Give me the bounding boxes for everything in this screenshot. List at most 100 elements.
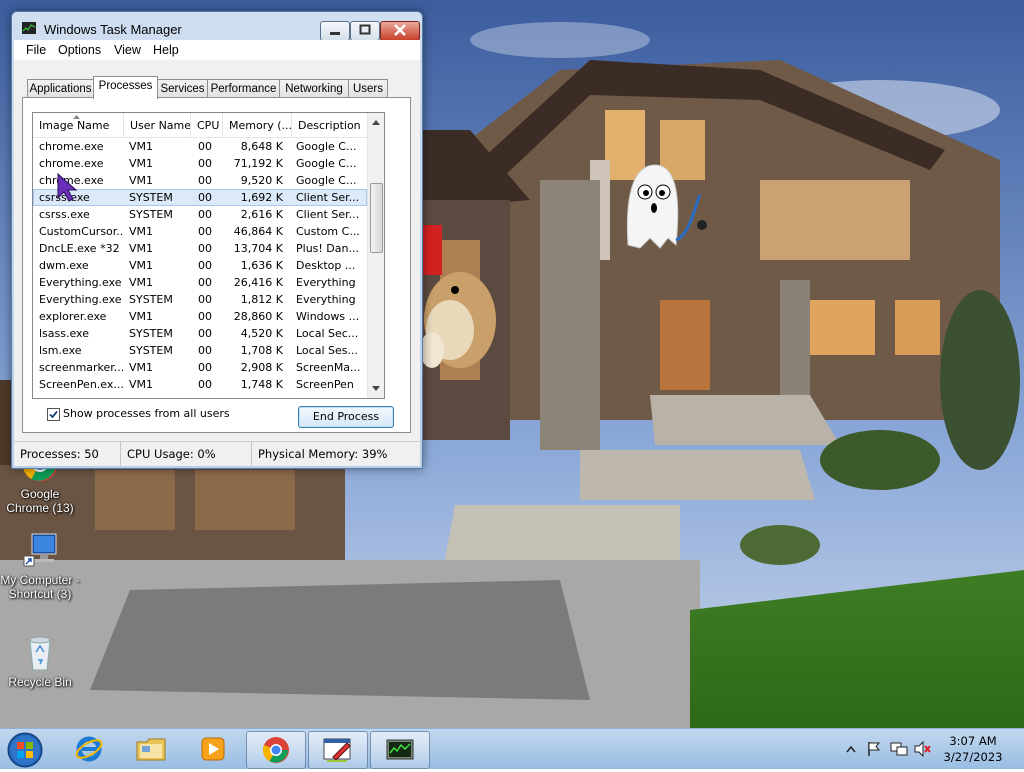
process-row[interactable]: csrss.exe SYSTEM 00 2,616 K Client Ser... xyxy=(33,206,367,223)
clock-time: 3:07 AM xyxy=(949,734,997,748)
scroll-down-icon[interactable] xyxy=(372,386,380,391)
process-row[interactable]: ScreenPen.ex... VM1 00 1,748 K ScreenPen xyxy=(33,376,367,393)
tab-users[interactable]: Users xyxy=(348,79,388,98)
row-image-name: lsass.exe xyxy=(39,327,89,340)
row-image-name: dwm.exe xyxy=(39,259,89,272)
row-memory: 2,908 K xyxy=(240,361,283,374)
minimize-icon xyxy=(330,32,340,35)
tab-applications[interactable]: Applications xyxy=(27,79,94,98)
row-memory: 13,704 K xyxy=(233,242,283,255)
process-row[interactable]: CustomCursor... VM1 00 46,864 K Custom C... xyxy=(33,223,367,240)
process-row[interactable]: Everything.exe VM1 00 26,416 K Everything xyxy=(33,274,367,291)
row-description: Local Sec... xyxy=(296,327,359,340)
media-player-icon xyxy=(201,737,225,761)
process-row[interactable]: chrome.exe VM1 00 9,520 K Google C... xyxy=(33,172,367,189)
process-list[interactable]: Image Name User Name CPU Memory (... Des… xyxy=(32,112,385,399)
scrollbar-thumb[interactable] xyxy=(370,183,383,253)
checkmark-icon xyxy=(49,410,58,419)
tab-processes[interactable]: Processes xyxy=(93,76,158,99)
show-hidden-icons-icon[interactable] xyxy=(846,745,856,753)
taskbar-task-manager[interactable] xyxy=(370,731,430,769)
row-user-name: SYSTEM xyxy=(129,293,173,306)
row-cpu: 00 xyxy=(198,225,212,238)
task-manager-window[interactable]: Windows Task Manager File Options View H… xyxy=(11,11,423,469)
desktop-icon-recycle-bin[interactable]: Recycle Bin xyxy=(0,632,80,689)
task-manager-icon xyxy=(386,739,414,760)
windows-logo-icon xyxy=(7,732,43,768)
row-cpu: 00 xyxy=(198,361,212,374)
tab-networking[interactable]: Networking xyxy=(279,79,349,98)
scroll-up-icon[interactable] xyxy=(372,120,380,125)
menu-view[interactable]: View xyxy=(114,43,141,57)
process-row[interactable]: Everything.exe SYSTEM 00 1,812 K Everything xyxy=(33,291,367,308)
mouse-cursor-icon xyxy=(57,172,78,202)
process-row[interactable]: chrome.exe VM1 00 71,192 K Google C... xyxy=(33,155,367,172)
row-memory: 28,860 K xyxy=(233,310,283,323)
vertical-scrollbar[interactable] xyxy=(367,113,384,398)
process-row[interactable]: csrss.exe SYSTEM 00 1,692 K Client Ser... xyxy=(33,189,367,206)
row-description: Client Ser... xyxy=(296,191,360,204)
process-row[interactable]: lsass.exe SYSTEM 00 4,520 K Local Sec... xyxy=(33,325,367,342)
status-physical-memory: Physical Memory: 39% xyxy=(258,447,388,461)
tab-performance[interactable]: Performance xyxy=(207,79,280,98)
row-image-name: ScreenPen.ex... xyxy=(39,378,123,391)
title-bar[interactable]: Windows Task Manager xyxy=(16,16,420,41)
start-button[interactable] xyxy=(4,731,46,769)
action-center-flag-icon[interactable] xyxy=(866,741,882,757)
taskbar-clock[interactable]: 3:07 AM 3/27/2023 xyxy=(930,733,1016,765)
row-cpu: 00 xyxy=(198,140,212,153)
row-image-name: chrome.exe xyxy=(39,157,104,170)
desktop-icon-label: Google Chrome (13) xyxy=(6,487,74,515)
row-memory: 1,636 K xyxy=(240,259,283,272)
show-all-processes-checkbox[interactable] xyxy=(47,408,60,421)
row-user-name: SYSTEM xyxy=(129,344,173,357)
taskbar: 3:07 AM 3/27/2023 xyxy=(0,728,1024,769)
computer-icon xyxy=(20,530,60,570)
row-memory: 9,520 K xyxy=(240,174,283,187)
column-memory[interactable]: Memory (... xyxy=(223,113,292,137)
screen-marker-icon xyxy=(323,738,351,762)
end-process-button[interactable]: End Process xyxy=(298,406,394,428)
row-image-name: csrss.exe xyxy=(39,191,90,204)
process-row[interactable]: screenmarker... VM1 00 2,908 K ScreenMa... xyxy=(33,359,367,376)
process-row[interactable]: dwm.exe VM1 00 1,636 K Desktop ... xyxy=(33,257,367,274)
row-user-name: VM1 xyxy=(129,310,154,323)
row-cpu: 00 xyxy=(198,191,212,204)
column-label: User Name xyxy=(130,119,191,132)
recycle-bin-icon xyxy=(20,632,60,672)
column-cpu[interactable]: CPU xyxy=(191,113,223,137)
minimize-button[interactable] xyxy=(320,21,350,41)
menu-options[interactable]: Options xyxy=(58,43,101,57)
taskbar-file-explorer[interactable] xyxy=(122,731,180,767)
maximize-button[interactable] xyxy=(350,21,380,41)
close-icon xyxy=(394,24,406,36)
row-cpu: 00 xyxy=(198,157,212,170)
desktop-icon-my-computer[interactable]: My Computer - Shortcut (3) xyxy=(0,530,80,601)
process-row[interactable]: chrome.exe VM1 00 8,648 K Google C... xyxy=(33,138,367,155)
taskbar-screen-marker[interactable] xyxy=(308,731,368,769)
process-row[interactable]: lsm.exe SYSTEM 00 1,708 K Local Ses... xyxy=(33,342,367,359)
column-image-name[interactable]: Image Name xyxy=(33,113,124,137)
row-memory: 1,748 K xyxy=(240,378,283,391)
tab-services[interactable]: Services xyxy=(157,79,208,98)
process-rows: chrome.exe VM1 00 8,648 K Google C... chrome.… xyxy=(33,138,367,393)
process-row[interactable]: DncLE.exe *32 VM1 00 13,704 K Plus! Dan... xyxy=(33,240,367,257)
row-cpu: 00 xyxy=(198,327,212,340)
network-icon[interactable] xyxy=(890,741,908,757)
taskbar-google-chrome[interactable] xyxy=(246,731,306,769)
row-image-name: Everything.exe xyxy=(39,276,122,289)
row-user-name: VM1 xyxy=(129,157,154,170)
row-image-name: explorer.exe xyxy=(39,310,107,323)
row-description: Desktop ... xyxy=(296,259,356,272)
menu-file[interactable]: File xyxy=(26,43,46,57)
process-row[interactable]: explorer.exe VM1 00 28,860 K Windows ... xyxy=(33,308,367,325)
internet-explorer-icon xyxy=(75,736,103,762)
taskbar-internet-explorer[interactable] xyxy=(60,731,118,767)
menu-help[interactable]: Help xyxy=(153,43,179,57)
column-description[interactable]: Description xyxy=(292,113,367,137)
column-user-name[interactable]: User Name xyxy=(124,113,191,137)
taskbar-media-player[interactable] xyxy=(184,731,242,767)
close-button[interactable] xyxy=(380,21,420,41)
row-user-name: VM1 xyxy=(129,174,154,187)
row-user-name: SYSTEM xyxy=(129,327,173,340)
